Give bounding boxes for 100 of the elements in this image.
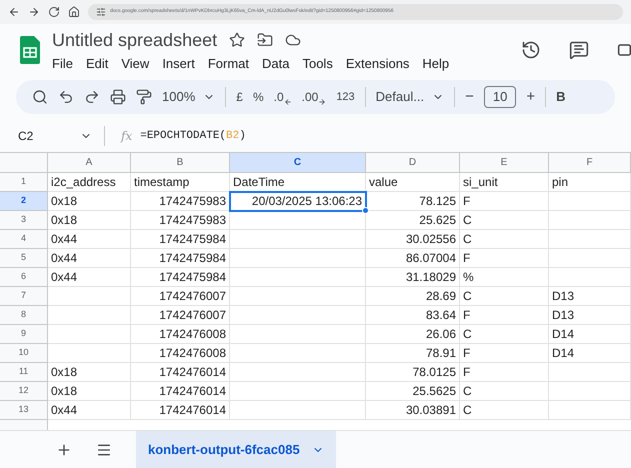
- column-header[interactable]: D: [366, 153, 460, 173]
- increase-font-size-button[interactable]: +: [526, 86, 536, 108]
- bold-button[interactable]: B: [556, 87, 566, 107]
- menu-item[interactable]: Help: [422, 54, 450, 74]
- table-cell: 86.07004: [366, 249, 460, 268]
- menu-item[interactable]: View: [121, 54, 150, 74]
- table-cell: C: [460, 382, 549, 401]
- column-header[interactable]: C: [230, 153, 366, 173]
- number-format-button[interactable]: 123: [336, 88, 355, 106]
- table-cell: F: [460, 306, 549, 325]
- function-icon: fx: [121, 127, 132, 145]
- all-sheets-icon[interactable]: [96, 442, 112, 458]
- site-settings-icon[interactable]: [96, 7, 106, 17]
- formula-text[interactable]: =EPOCHTODATE(B2): [140, 128, 246, 144]
- table-cell: 1742476014: [131, 363, 230, 382]
- table-cell: 30.02556: [366, 230, 460, 249]
- sheets-logo-icon[interactable]: [20, 36, 40, 64]
- table-cell: D13: [549, 287, 631, 306]
- column-header[interactable]: A: [48, 153, 131, 173]
- sheet-tab[interactable]: konbert-output-6fcac085: [136, 431, 336, 468]
- row-header[interactable]: 2: [0, 192, 48, 211]
- table-cell: 1742475983: [131, 211, 230, 230]
- comment-icon[interactable]: [569, 40, 589, 60]
- table-cell: 0x44: [48, 268, 131, 287]
- row-header[interactable]: 3: [0, 211, 48, 230]
- font-dropdown[interactable]: Defaul...: [376, 87, 444, 107]
- row-header[interactable]: 10: [0, 344, 48, 363]
- column-header[interactable]: E: [460, 153, 549, 173]
- percent-format-button[interactable]: %: [252, 88, 264, 106]
- table-cell: F: [460, 192, 549, 211]
- menu-item[interactable]: Tools: [302, 54, 333, 74]
- menu-item[interactable]: Extensions: [346, 54, 410, 74]
- table-cell: si_unit: [460, 173, 549, 192]
- add-sheet-icon[interactable]: [56, 442, 72, 458]
- row-header[interactable]: 6: [0, 268, 48, 287]
- cloud-icon[interactable]: [285, 32, 302, 48]
- row-header[interactable]: 4: [0, 230, 48, 249]
- table-cell: C: [460, 287, 549, 306]
- menu-item[interactable]: Data: [262, 54, 290, 74]
- table-cell: 1742476014: [131, 401, 230, 420]
- menu-item[interactable]: File: [52, 54, 73, 74]
- forward-icon[interactable]: [28, 6, 40, 18]
- table-cell: D13: [549, 306, 631, 325]
- decrease-decimals-button[interactable]: .0: [274, 88, 292, 106]
- arrow-right-icon: [318, 98, 326, 106]
- currency-format-button[interactable]: £: [236, 88, 243, 106]
- reload-icon[interactable]: [48, 6, 60, 18]
- table-cell: 0x18: [48, 192, 131, 211]
- home-icon[interactable]: [68, 6, 80, 18]
- undo-icon[interactable]: [58, 89, 74, 105]
- table-cell: 26.06: [366, 325, 460, 344]
- history-icon[interactable]: [521, 40, 541, 60]
- table-cell: F: [460, 344, 549, 363]
- row-header[interactable]: 12: [0, 382, 48, 401]
- menu-item[interactable]: Insert: [162, 54, 195, 74]
- table-cell: 78.125: [366, 192, 460, 211]
- row-header[interactable]: 1: [0, 173, 48, 192]
- table-cell: 78.91: [366, 344, 460, 363]
- star-icon[interactable]: [229, 32, 246, 48]
- table-cell: 0x44: [48, 230, 131, 249]
- print-icon[interactable]: [110, 89, 126, 105]
- search-icon[interactable]: [32, 89, 48, 105]
- table-cell: 1742475984: [131, 230, 230, 249]
- decrease-font-size-button[interactable]: −: [465, 86, 474, 108]
- table-cell: 25.5625: [366, 382, 460, 401]
- column-header[interactable]: F: [549, 153, 631, 173]
- row-header[interactable]: 5: [0, 249, 48, 268]
- table-cell: 78.0125: [366, 363, 460, 382]
- row-header[interactable]: 7: [0, 287, 48, 306]
- table-cell: 1742475984: [131, 268, 230, 287]
- row-header[interactable]: 11: [0, 363, 48, 382]
- table-cell: D14: [549, 344, 631, 363]
- row-header[interactable]: 8: [0, 306, 48, 325]
- zoom-dropdown[interactable]: 100%: [162, 87, 216, 107]
- move-folder-icon[interactable]: [257, 32, 274, 48]
- table-cell: 31.18029: [366, 268, 460, 287]
- table-cell: C: [460, 211, 549, 230]
- menu-item[interactable]: Edit: [86, 54, 108, 74]
- table-cell: i2c_address: [48, 173, 131, 192]
- paint-format-icon[interactable]: [136, 89, 152, 105]
- table-cell: 1742476007: [131, 287, 230, 306]
- table-cell: 0x18: [48, 211, 131, 230]
- table-cell: 30.03891: [366, 401, 460, 420]
- increase-decimals-button[interactable]: .00: [302, 88, 326, 106]
- redo-icon[interactable]: [84, 89, 100, 105]
- fill-handle[interactable]: [362, 207, 369, 214]
- menu-item[interactable]: Format: [208, 54, 249, 74]
- row-header[interactable]: 13: [0, 401, 48, 420]
- back-icon[interactable]: [8, 6, 20, 18]
- row-header[interactable]: 9: [0, 325, 48, 344]
- table-cell: 28.69: [366, 287, 460, 306]
- document-title[interactable]: Untitled spreadsheet: [52, 26, 218, 54]
- table-cell: 0x44: [48, 249, 131, 268]
- font-size-field[interactable]: 10: [484, 86, 516, 108]
- table-cell: F: [460, 363, 549, 382]
- table-cell: 1742476008: [131, 344, 230, 363]
- table-cell: 0x18: [48, 363, 131, 382]
- table-cell: D14: [549, 325, 631, 344]
- name-box[interactable]: C2: [0, 127, 60, 145]
- table-cell: DateTime: [230, 173, 366, 192]
